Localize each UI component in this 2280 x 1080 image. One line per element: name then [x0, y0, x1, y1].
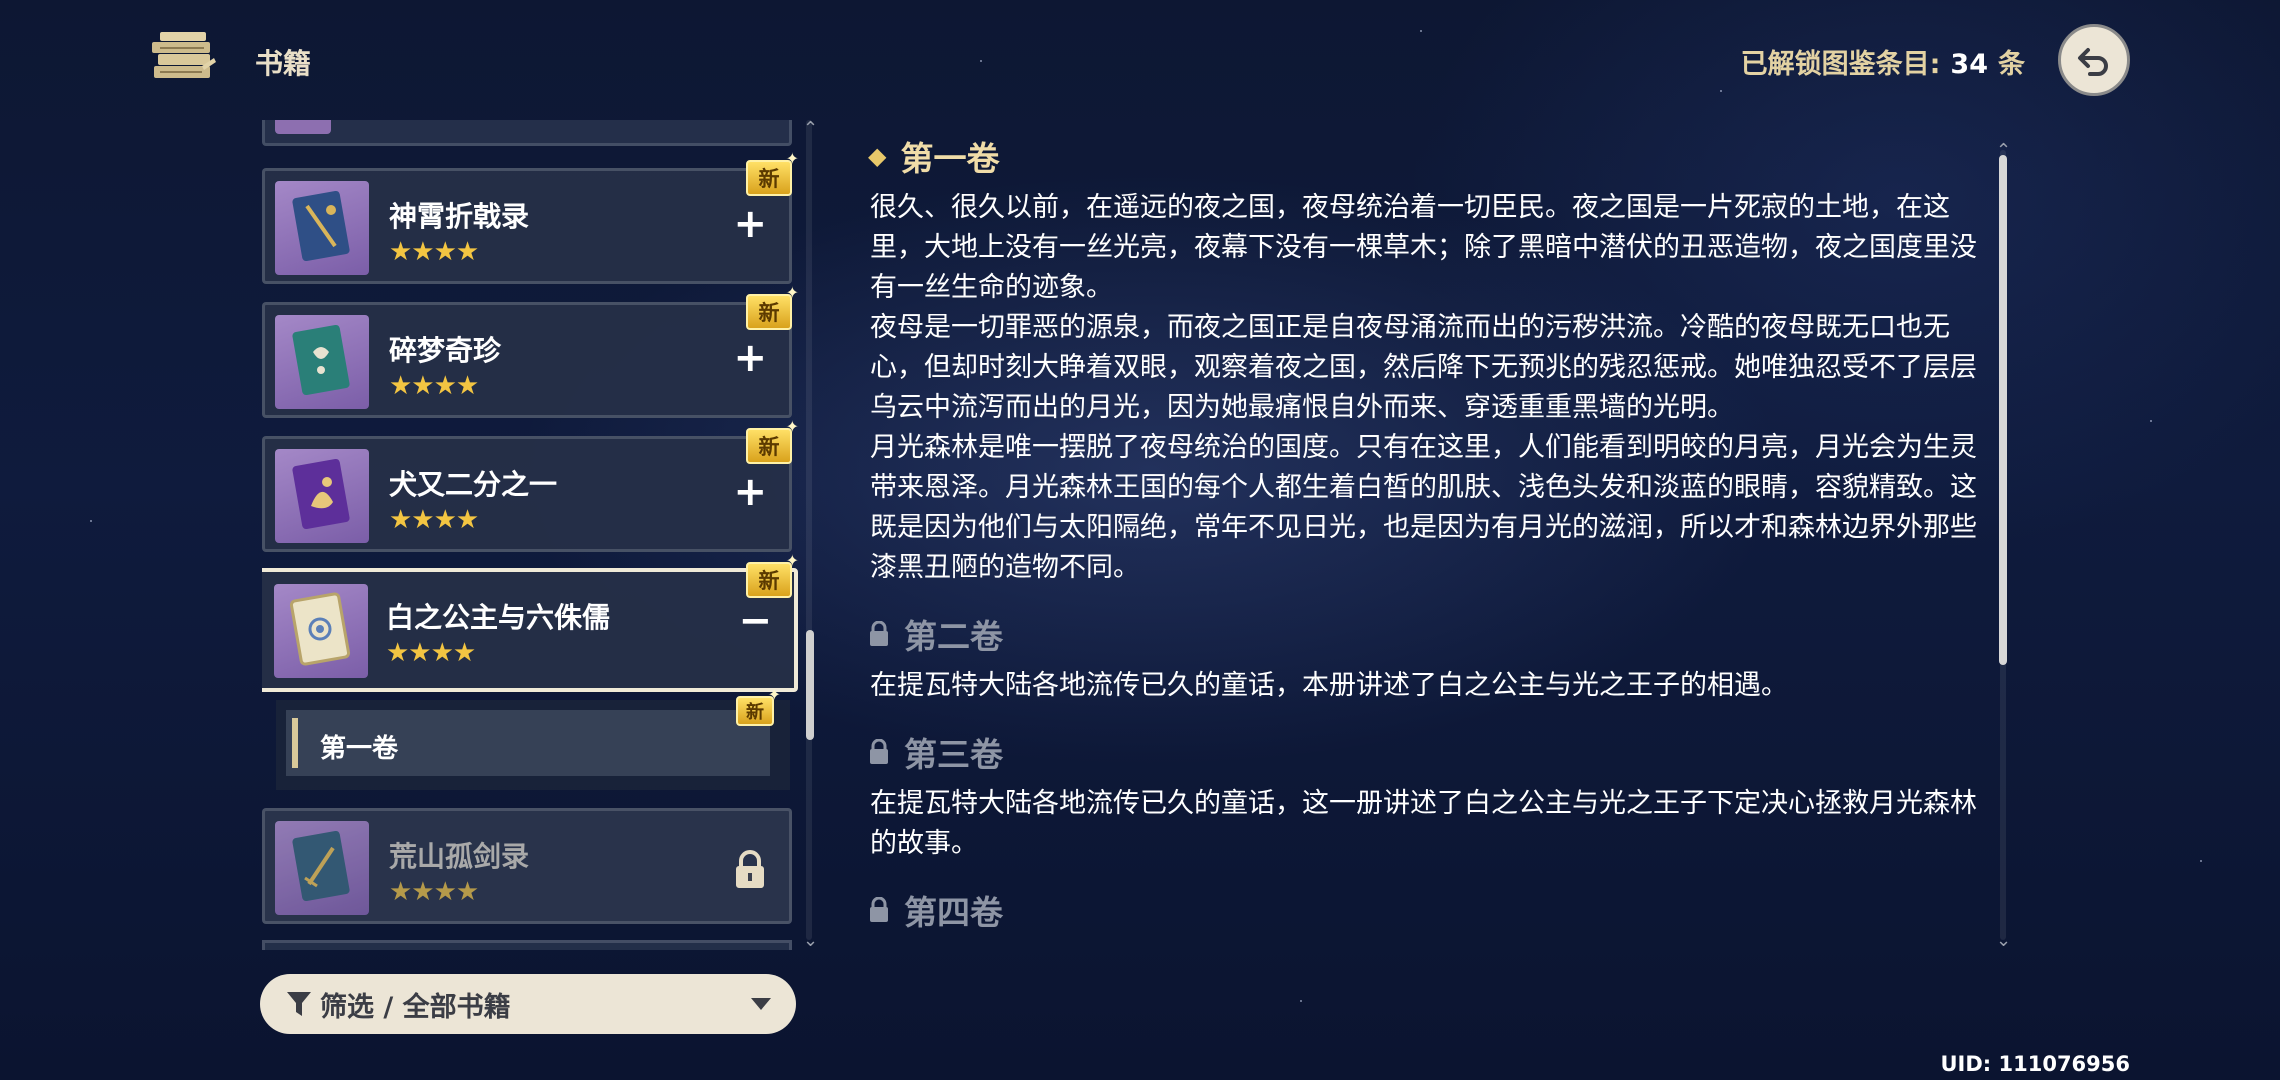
- rarity-stars: ★★★★: [386, 638, 476, 668]
- unlocked-unit: 条: [1998, 49, 2025, 80]
- volume-title: 第四卷: [904, 893, 1003, 932]
- lock-icon: [733, 849, 767, 893]
- volume-heading-locked: 第四卷: [868, 886, 1988, 934]
- book-title: 神霄折戟录: [389, 200, 530, 233]
- book-cover: [275, 315, 369, 409]
- return-arrow-icon: [2078, 48, 2108, 76]
- paragraph: 夜母是一切罪恶的源泉，而夜之国正是自夜母涌流而出的污秽洪流。冷酷的夜母既无口也无…: [870, 312, 1977, 423]
- new-badge: 新: [746, 283, 799, 330]
- unlocked-counter: 已解锁图鉴条目: 34 条: [1741, 42, 2025, 81]
- book-cover: [275, 821, 369, 915]
- unlocked-label: 已解锁图鉴条目:: [1740, 49, 1941, 80]
- scroll-up-icon: ⌃: [803, 118, 819, 139]
- background-star: [980, 60, 982, 62]
- expand-button[interactable]: +: [733, 469, 767, 515]
- volume-heading-locked: 第二卷: [868, 610, 1988, 658]
- unlocked-count: 34: [1950, 49, 1988, 80]
- new-badge: 新: [746, 551, 799, 598]
- rarity-stars: ★★★★: [389, 505, 479, 535]
- book-title: 犬又二分之一: [389, 468, 558, 501]
- scroll-up-icon: ⌃: [1996, 140, 2012, 161]
- filter-dropdown[interactable]: 筛选 / 全部书籍: [260, 974, 796, 1034]
- book-title: 荒山孤剑录: [389, 840, 530, 873]
- content-scrollbar-thumb[interactable]: [1999, 155, 2007, 665]
- background-star: [1720, 90, 1722, 92]
- chevron-down-icon: [751, 998, 771, 1010]
- lock-icon: [870, 739, 888, 764]
- book-title: 白之公主与六侏儒: [386, 601, 611, 634]
- book-list[interactable]: 神霄折戟录 ★★★★ + 新 碎梦奇珍 ★★★★ + 新 犬又二分之一 ★★★★…: [262, 120, 802, 950]
- uid-label: UID: 111076956: [1940, 1052, 2130, 1076]
- paragraph: 月光森林是唯一摆脱了夜母统治的国度。只有在这里，人们能看到明皎的月亮，月光会为生…: [870, 432, 1977, 583]
- lock-icon: [870, 897, 888, 922]
- book-content[interactable]: ◆ 第一卷 很久、很久以前，在遥远的夜之国，夜母统治着一切臣民。夜之国是一片死寂…: [868, 132, 1988, 952]
- expand-button[interactable]: +: [733, 335, 767, 381]
- book-cover-icon: [292, 324, 350, 396]
- book-card[interactable]: 神霄折戟录 ★★★★ +: [262, 168, 792, 284]
- expand-button[interactable]: +: [733, 201, 767, 247]
- rarity-stars: ★★★★: [389, 237, 479, 267]
- paragraph: 很久、很久以前，在遥远的夜之国，夜母统治着一切臣民。夜之国是一片死寂的土地，在这…: [870, 192, 1977, 303]
- collapse-button[interactable]: −: [738, 598, 772, 644]
- volume-heading-locked: 第三卷: [868, 728, 1988, 776]
- background-star: [1420, 30, 1422, 32]
- scroll-down-icon: ⌄: [1996, 930, 2012, 951]
- volume-title: 第二卷: [904, 617, 1003, 656]
- filter-icon: [287, 992, 311, 1016]
- book-title: 碎梦奇珍: [389, 334, 502, 367]
- book-card-partial[interactable]: [262, 940, 792, 950]
- new-badge: 新: [746, 149, 799, 196]
- volume-title: 第三卷: [904, 735, 1003, 774]
- selection-bar: [292, 718, 298, 768]
- volume-summary: 在提瓦特大陆各地流传已久的童话，这一册讲述了白之公主与光之王子下定决心拯救月光森…: [870, 788, 1977, 859]
- volume-summary: 在提瓦特大陆各地流传已久的童话，本册讲述了白之公主与光之王子的相遇。: [870, 670, 1788, 701]
- rarity-stars: ★★★★: [389, 371, 479, 401]
- background-star: [2200, 860, 2202, 862]
- volume-text: 很久、很久以前，在遥远的夜之国，夜母统治着一切臣民。夜之国是一片死寂的土地，在这…: [870, 188, 1988, 588]
- new-badge: 新: [736, 685, 781, 726]
- diamond-icon: ◆: [868, 142, 887, 170]
- book-card-partial[interactable]: [262, 120, 792, 146]
- background-star: [2150, 420, 2152, 422]
- book-cover-icon: [289, 592, 351, 666]
- background-star: [1300, 1000, 1302, 1002]
- page-title: 书籍: [255, 47, 312, 80]
- filter-label: 筛选 / 全部书籍: [320, 991, 511, 1023]
- books-icon: [150, 30, 220, 88]
- book-cover-icon: [292, 458, 350, 530]
- book-cover: [275, 449, 369, 543]
- volume-heading: ◆ 第一卷: [868, 132, 1988, 180]
- list-scrollbar-track[interactable]: [806, 120, 812, 940]
- book-card[interactable]: 碎梦奇珍 ★★★★ +: [262, 302, 792, 418]
- list-scrollbar-thumb[interactable]: [806, 630, 814, 740]
- book-cover: [274, 584, 368, 678]
- back-button[interactable]: [2058, 24, 2130, 96]
- volume-list: 第一卷: [276, 700, 790, 790]
- book-card-selected[interactable]: 白之公主与六侏儒 ★★★★ −: [262, 568, 798, 692]
- book-card-locked[interactable]: 荒山孤剑录 ★★★★: [262, 808, 792, 924]
- volume-item[interactable]: 第一卷: [286, 710, 770, 776]
- book-card[interactable]: 犬又二分之一 ★★★★ +: [262, 436, 792, 552]
- volume-title: 第一卷: [900, 139, 1000, 178]
- volume-label: 第一卷: [320, 734, 399, 764]
- scroll-down-icon: ⌄: [803, 930, 819, 951]
- lock-icon: [870, 621, 888, 646]
- book-cover-icon: [292, 830, 350, 902]
- background-star: [90, 520, 92, 522]
- book-cover-icon: [292, 190, 350, 262]
- book-cover: [275, 181, 369, 275]
- rarity-stars: ★★★★: [389, 877, 479, 907]
- new-badge: 新: [746, 417, 799, 464]
